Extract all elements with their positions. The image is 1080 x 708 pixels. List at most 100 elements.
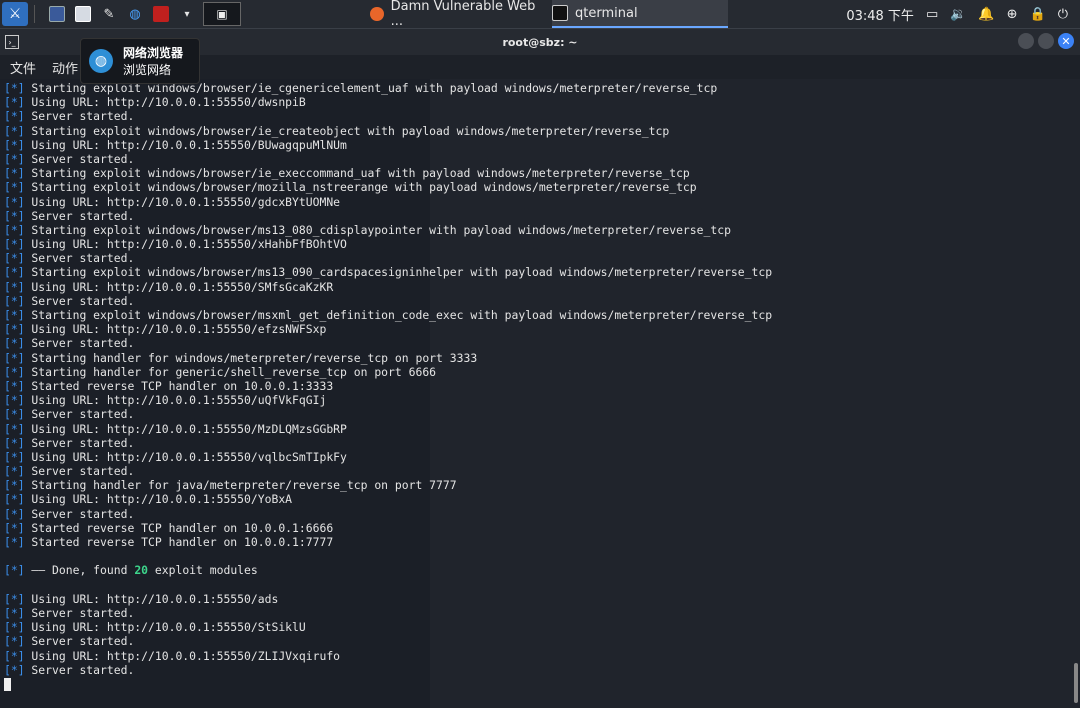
maximize-button[interactable] (1038, 33, 1054, 49)
web-browser-icon[interactable]: ◍ (125, 4, 145, 24)
status-tag: [*] (4, 435, 25, 450)
terminal-line: [*] Using URL: http://10.0.0.1:55550/ads (4, 592, 772, 606)
monitor-icon[interactable]: ▭ (926, 7, 938, 22)
desktop-icon[interactable] (47, 4, 67, 24)
terminal-line: [*] Using URL: http://10.0.0.1:55550/efz… (4, 322, 772, 336)
task-firefox[interactable]: Damn Vulnerable Web ... (370, 0, 548, 29)
terminal-line-text: Using URL: http://10.0.0.1:55550/gdcxBYt… (24, 194, 341, 209)
terminal-line: [*] Using URL: http://10.0.0.1:55550/SMf… (4, 280, 772, 294)
terminal-line: [*] Server started. (4, 663, 772, 677)
status-tag: [*] (4, 308, 25, 322)
status-tag: [*] (4, 322, 25, 337)
terminal-line: [*] Using URL: http://10.0.0.1:55550/YoB… (4, 492, 772, 506)
status-tag: [*] (4, 279, 25, 294)
terminal-line-text: Starting exploit windows/browser/mozilla… (24, 180, 697, 195)
taskbar: ⚔ ✎ ◍ ▾ ▣ Damn Vulnerable Web ... qtermi… (0, 0, 1080, 29)
status-tag: [*] (4, 251, 25, 266)
tooltip-title: 网络浏览器 (123, 46, 184, 60)
scrollbar[interactable] (1074, 663, 1078, 703)
terminal-line-text: Started reverse TCP handler on 10.0.0.1:… (24, 520, 334, 535)
status-tag: [*] (4, 109, 25, 124)
terminal-line: [*] Server started. (4, 464, 772, 478)
terminal-line: [*] Using URL: http://10.0.0.1:55550/uQf… (4, 393, 772, 407)
terminal-line: [*] Started reverse TCP handler on 10.0.… (4, 535, 772, 549)
terminal-line: [*] Starting exploit windows/browser/ie_… (4, 124, 772, 138)
kali-menu-icon[interactable]: ⚔ (2, 2, 28, 26)
status-tag: [*] (4, 208, 25, 223)
terminal-line-text: Server started. (24, 251, 135, 266)
close-button[interactable]: ✕ (1058, 33, 1074, 49)
done-prefix: —— Done, found (24, 563, 135, 578)
terminal-line-text: Server started. (24, 634, 135, 649)
terminal-line-text: Server started. (24, 506, 135, 521)
status-tag: [*] (4, 591, 25, 606)
status-tag: [*] (4, 194, 25, 209)
menu-actions[interactable]: 动作 (52, 58, 78, 77)
menu-file[interactable]: 文件 (10, 58, 36, 77)
terminal-line-text: Server started. (24, 435, 135, 450)
window-menu-icon[interactable]: ›_ (5, 35, 19, 49)
status-tag: [*] (4, 634, 25, 649)
power-icon[interactable]: ⏻ (1058, 7, 1068, 22)
qterminal-icon (552, 5, 568, 21)
workspace-terminal-icon[interactable]: ▣ (203, 2, 241, 26)
terminal-line-text: Server started. (24, 605, 135, 620)
window-controls: ✕ (1014, 33, 1074, 49)
terminal-line-text: Using URL: http://10.0.0.1:55550/StSiklU (24, 620, 306, 635)
terminal-line: [*] Server started. (4, 634, 772, 648)
window-title: root@sbz: ~ (502, 35, 578, 49)
terminal-line-text: Using URL: http://10.0.0.1:55550/xHahbFf… (24, 237, 347, 252)
status-tag: [*] (4, 123, 25, 138)
terminal-line: [*] Server started. (4, 436, 772, 450)
status-tag: [*] (4, 662, 25, 677)
status-tag: [*] (4, 81, 25, 95)
terminal-line-text: Starting exploit windows/browser/ms13_08… (24, 222, 731, 237)
terminal-line: [*] Starting exploit windows/browser/ie_… (4, 166, 772, 180)
minimize-button[interactable] (1018, 33, 1034, 49)
status-tag: [*] (4, 293, 25, 308)
clock[interactable]: 03:48 下午 (846, 5, 914, 24)
terminal-line-text: Using URL: http://10.0.0.1:55550/YoBxA (24, 492, 293, 507)
terminal-line: [*] Server started. (4, 251, 772, 265)
status-tag: [*] (4, 563, 25, 578)
status-tag: [*] (4, 620, 25, 635)
terminal-line: [*] Using URL: http://10.0.0.1:55550/MzD… (4, 422, 772, 436)
update-icon[interactable]: ⊕ (1007, 7, 1018, 22)
system-tray: 03:48 下午 ▭ 🔉 🔔 ⊕ 🔒 ⏻ (846, 0, 1080, 28)
status-tag: [*] (4, 421, 25, 436)
terminal-line: [*] Server started. (4, 209, 772, 223)
terminal-line-text: Starting handler for java/meterpreter/re… (24, 478, 457, 493)
status-tag: [*] (4, 364, 25, 379)
file-manager-icon[interactable] (73, 4, 93, 24)
terminal-lines: [*] Starting exploit windows/browser/ie_… (4, 81, 772, 691)
terminal-line-text: Starting exploit windows/browser/ie_crea… (24, 123, 670, 138)
globe-icon: ◍ (89, 49, 113, 73)
terminal-line: [*] Using URL: http://10.0.0.1:55550/dws… (4, 95, 772, 109)
lock-icon[interactable]: 🔒 (1030, 7, 1046, 22)
terminal-line-text: Starting handler for windows/meterpreter… (24, 350, 478, 365)
terminal-line: [*] Starting exploit windows/browser/msx… (4, 308, 772, 322)
terminal-line: [*] Using URL: http://10.0.0.1:55550/vql… (4, 450, 772, 464)
terminal-line: [*] Started reverse TCP handler on 10.0.… (4, 521, 772, 535)
text-editor-icon[interactable]: ✎ (99, 4, 119, 24)
chevron-down-icon[interactable]: ▾ (177, 4, 197, 24)
status-tag: [*] (4, 449, 25, 464)
terminal-line-text: Using URL: http://10.0.0.1:55550/MzDLQMz… (24, 421, 347, 436)
text-cursor (4, 677, 11, 691)
prompt-line[interactable] (4, 677, 772, 691)
status-tag: [*] (4, 464, 25, 479)
terminal-line-text: Server started. (24, 407, 135, 422)
status-tag: [*] (4, 151, 25, 166)
status-tag: [*] (4, 350, 25, 365)
terminal-output[interactable]: [*] Starting exploit windows/browser/ie_… (0, 79, 1080, 708)
volume-icon[interactable]: 🔉 (950, 7, 966, 22)
task-qterminal[interactable]: qterminal (552, 0, 728, 28)
terminal-line-text: Server started. (24, 336, 135, 351)
terminal-line-text: Using URL: http://10.0.0.1:55550/ZLIJVxq… (24, 648, 341, 663)
status-tag: [*] (4, 95, 25, 110)
terminal-line-text: Started reverse TCP handler on 10.0.0.1:… (24, 535, 334, 549)
terminal-launcher-icon[interactable] (151, 4, 171, 24)
terminal-line: [*] Server started. (4, 407, 772, 421)
notification-bell-icon[interactable]: 🔔 (978, 7, 994, 22)
